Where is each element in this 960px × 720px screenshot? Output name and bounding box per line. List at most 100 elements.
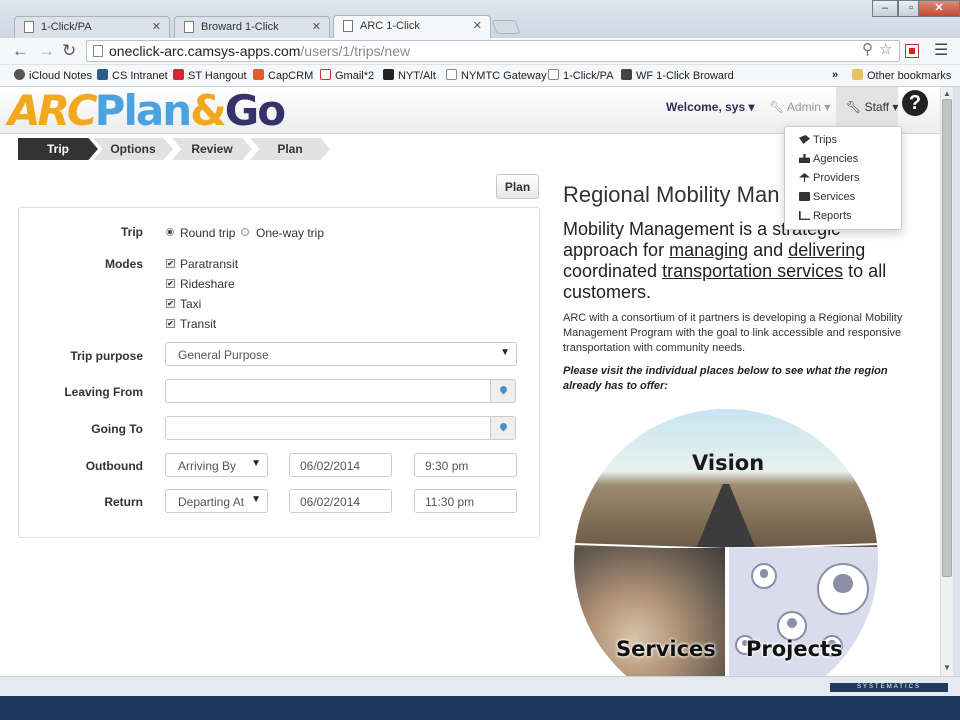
url-host: oneclick-arc.camsys-apps.com [109,43,301,59]
tags-icon [799,135,810,144]
outbound-time-input[interactable]: 9:30 pm [414,453,517,477]
caret-down-icon: ▼ [500,347,510,358]
bookmark-nymtc[interactable]: NYMTC Gateway [446,69,547,82]
outbound-type-select[interactable]: Arriving By ▼ [165,453,268,477]
body-text: ARC with a consortium of it partners is … [563,312,903,354]
page-icon [548,69,559,80]
leaving-from-input[interactable] [165,379,491,403]
step-trip[interactable]: Trip [18,138,98,160]
scroll-down-arrow-icon[interactable]: ▼ [943,663,951,672]
going-to-map-button[interactable] [490,416,516,440]
page-icon [184,21,194,33]
rideshare-label: Rideshare [180,277,235,291]
zoom-icon[interactable]: ⚲ [862,40,873,58]
browser-tab-1click-pa[interactable]: 1-Click/PA ✕ [14,16,170,38]
menu-item-providers[interactable]: Providers [799,172,859,184]
staff-dropdown-menu: Trips Agencies Providers Services Report… [784,126,902,230]
close-tab-icon[interactable]: ✕ [312,20,321,33]
step-plan[interactable]: Plan [250,138,330,160]
admin-menu[interactable]: 🔧︎ Admin ▾ [769,100,830,114]
close-tab-icon[interactable]: ✕ [152,20,161,33]
wrench-icon: 🔧︎ [769,100,785,114]
return-type-select[interactable]: Departing At ▼ [165,489,268,513]
bookmark-star-icon[interactable]: ☆ [879,40,892,58]
page-icon [24,21,34,33]
plan-and-go-logo[interactable]: ARCPlan&Go [8,89,286,133]
services-label[interactable]: Services [616,637,716,661]
leaving-from-map-button[interactable] [490,379,516,403]
menu-item-agencies[interactable]: Agencies [799,153,858,165]
page-icon [93,45,103,57]
scrollbar-thumb[interactable] [942,99,952,577]
bookmark-st-hangout[interactable]: ST Hangout [173,69,247,82]
welcome-menu[interactable]: Welcome, sys ▾ [666,100,755,114]
round-trip-radio[interactable] [166,228,174,236]
trip-purpose-label: Trip purpose [70,349,143,363]
staff-menu[interactable]: 🔧︎ Staff ▾ [846,100,898,114]
window-bottom-strip [0,676,960,696]
folder-icon [852,69,863,80]
browser-tab-broward[interactable]: Broward 1-Click ✕ [174,16,330,38]
bookmarks-overflow[interactable]: » [832,69,838,81]
transportation-services-link[interactable]: transportation services [662,261,843,281]
outbound-date-input[interactable]: 06/02/2014 [289,453,392,477]
close-tab-icon[interactable]: ✕ [473,19,482,32]
visit-text: Please visit the individual places below… [563,365,888,392]
step-review[interactable]: Review [172,138,252,160]
menu-icon[interactable]: ☰ [934,40,948,60]
page-scrollbar[interactable]: ▲ ▼ [940,87,953,676]
bookmark-icloud[interactable]: iCloud Notes [14,69,92,82]
going-to-input[interactable] [165,416,491,440]
wrench-icon: 🔧︎ [846,100,862,114]
reload-icon[interactable]: ↻ [62,41,76,61]
taxi-checkbox[interactable]: ✔ [166,299,175,308]
back-arrow-icon[interactable]: ← [12,41,29,61]
delivering-link[interactable]: delivering [788,240,865,260]
transit-checkbox[interactable]: ✔ [166,319,175,328]
bookmark-wf-broward[interactable]: WF 1-Click Broward [621,69,734,82]
bookmark-nyt[interactable]: NYT/Alt [383,69,436,82]
minimize-button[interactable]: – [872,0,898,17]
browser-tab-arc[interactable]: ARC 1-Click ✕ [333,15,491,39]
menu-item-services[interactable]: Services [799,191,855,203]
map-marker-icon [498,421,509,432]
step-options[interactable]: Options [93,138,173,160]
window-border [953,87,960,682]
window-close-button[interactable]: ✕ [918,0,960,17]
trip-purpose-select[interactable]: General Purpose ▼ [165,342,517,366]
plan-button[interactable]: Plan [496,174,539,199]
new-tab-button[interactable] [491,20,521,34]
bar-chart-icon [799,211,810,220]
return-time-input[interactable]: 11:30 pm [414,489,517,513]
menu-item-trips[interactable]: Trips [799,134,837,146]
url-path: /users/1/trips/new [300,43,411,59]
bookmark-gmail[interactable]: Gmail*2 [320,69,374,82]
help-icon[interactable]: ? [902,90,928,116]
modes-label: Modes [104,257,143,271]
rideshare-checkbox[interactable]: ✔ [166,279,175,288]
vision-segment[interactable] [574,409,878,554]
sitemap-icon [799,154,810,163]
address-bar[interactable]: oneclick-arc.camsys-apps.com/users/1/tri… [86,40,900,62]
intranet-icon [97,69,108,80]
caret-down-icon: ▼ [251,458,261,469]
caret-down-icon: ▼ [251,494,261,505]
page-icon [343,20,353,32]
paratransit-checkbox[interactable]: ✔ [166,259,175,268]
one-way-label: One-way trip [256,226,325,240]
tab-title: Broward 1-Click [201,21,279,33]
vision-label[interactable]: Vision [692,451,764,475]
bookmark-1click-pa[interactable]: 1-Click/PA [548,69,614,82]
menu-item-reports[interactable]: Reports [799,210,852,222]
managing-link[interactable]: managing [669,240,748,260]
scroll-up-arrow-icon[interactable]: ▲ [943,89,951,98]
extension-icon[interactable] [905,44,919,58]
other-bookmarks[interactable]: Other bookmarks [852,69,951,82]
return-date-input[interactable]: 06/02/2014 [289,489,392,513]
projects-label[interactable]: Projects [746,637,843,661]
forward-arrow-icon[interactable]: → [38,41,55,61]
bookmark-cs-intranet[interactable]: CS Intranet [97,69,168,82]
one-way-radio[interactable] [241,228,249,236]
picture-icon [799,192,810,201]
bookmark-capcrm[interactable]: CapCRM [253,69,313,82]
